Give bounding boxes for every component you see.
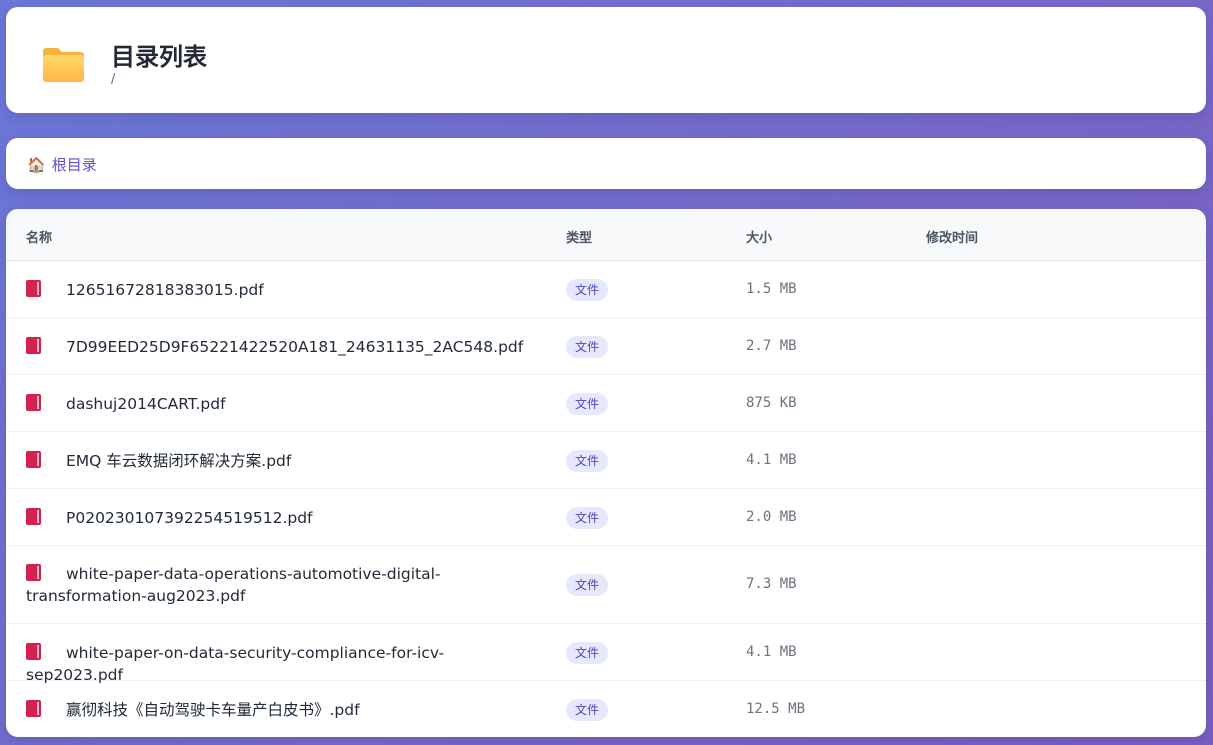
header-card: 目录列表 / <box>6 7 1206 113</box>
file-table: 名称 类型 大小 修改时间 12651672818383015.pdf 文件 1… <box>6 209 1206 737</box>
file-name: EMQ 车云数据闭环解决方案.pdf <box>66 452 292 470</box>
type-badge: 文件 <box>566 336 609 358</box>
table-row[interactable]: 7D99EED25D9F65221422520A181_24631135_2AC… <box>6 318 1206 375</box>
book-icon <box>26 700 41 717</box>
column-header-name[interactable]: 名称 <box>26 227 52 246</box>
book-icon <box>26 564 41 581</box>
book-icon <box>26 394 41 411</box>
file-size: 4.1 MB <box>746 452 797 468</box>
table-row[interactable]: P020230107392254519512.pdf 文件 2.0 MB <box>6 489 1206 546</box>
breadcrumb-root-label: 根目录 <box>51 156 97 174</box>
file-name-cell[interactable]: dashuj2014CART.pdf <box>26 393 536 415</box>
table-header: 名称 类型 大小 修改时间 <box>6 209 1206 261</box>
file-name: P020230107392254519512.pdf <box>66 509 313 527</box>
file-name-cell[interactable]: 赢彻科技《自动驾驶卡车量产白皮书》.pdf <box>26 699 536 721</box>
book-icon <box>26 508 41 525</box>
file-size: 875 KB <box>746 395 797 411</box>
file-name: white-paper-on-data-security-compliance-… <box>26 644 445 684</box>
table-row[interactable]: white-paper-data-operations-automotive-d… <box>6 546 1206 624</box>
type-badge: 文件 <box>566 507 609 529</box>
page-title: 目录列表 <box>111 43 207 71</box>
book-icon <box>26 280 41 297</box>
table-row[interactable]: dashuj2014CART.pdf 文件 875 KB <box>6 375 1206 432</box>
book-icon <box>26 451 41 468</box>
file-size: 12.5 MB <box>746 701 806 717</box>
type-badge: 文件 <box>566 450 609 472</box>
table-row[interactable]: white-paper-on-data-security-compliance-… <box>6 624 1206 684</box>
file-name-cell[interactable]: 12651672818383015.pdf <box>26 279 536 301</box>
breadcrumb-root-link[interactable]: 🏠 根目录 <box>27 154 97 175</box>
file-name: 7D99EED25D9F65221422520A181_24631135_2AC… <box>66 338 524 356</box>
file-size: 2.0 MB <box>746 509 797 525</box>
current-path: / <box>111 71 116 88</box>
file-size: 4.1 MB <box>746 644 797 660</box>
book-icon <box>26 643 41 660</box>
file-name: white-paper-data-operations-automotive-d… <box>26 565 441 605</box>
table-row[interactable]: 赢彻科技《自动驾驶卡车量产白皮书》.pdf 文件 12.5 MB <box>6 681 1206 737</box>
file-size: 1.5 MB <box>746 281 797 297</box>
type-badge: 文件 <box>566 279 609 301</box>
breadcrumb: 🏠 根目录 <box>6 138 1206 189</box>
column-header-size[interactable]: 大小 <box>746 227 772 246</box>
file-size: 2.7 MB <box>746 338 797 354</box>
book-icon <box>26 337 41 354</box>
file-name: dashuj2014CART.pdf <box>66 395 226 413</box>
home-icon: 🏠 <box>27 156 46 174</box>
column-header-type[interactable]: 类型 <box>566 227 592 246</box>
file-name: 赢彻科技《自动驾驶卡车量产白皮书》.pdf <box>66 701 360 719</box>
file-name-cell[interactable]: P020230107392254519512.pdf <box>26 507 536 529</box>
folder-icon <box>43 48 84 82</box>
type-badge: 文件 <box>566 393 609 415</box>
type-badge: 文件 <box>566 642 609 664</box>
type-badge: 文件 <box>566 699 609 721</box>
file-size: 7.3 MB <box>746 576 797 592</box>
column-header-mtime[interactable]: 修改时间 <box>926 227 978 246</box>
table-row[interactable]: EMQ 车云数据闭环解决方案.pdf 文件 4.1 MB <box>6 432 1206 489</box>
file-name-cell[interactable]: white-paper-data-operations-automotive-d… <box>26 563 536 607</box>
file-name-cell[interactable]: white-paper-on-data-security-compliance-… <box>26 642 536 686</box>
file-name-cell[interactable]: EMQ 车云数据闭环解决方案.pdf <box>26 450 536 472</box>
type-badge: 文件 <box>566 574 609 596</box>
file-name-cell[interactable]: 7D99EED25D9F65221422520A181_24631135_2AC… <box>26 336 536 358</box>
table-row[interactable]: 12651672818383015.pdf 文件 1.5 MB <box>6 261 1206 318</box>
file-name: 12651672818383015.pdf <box>66 281 264 299</box>
